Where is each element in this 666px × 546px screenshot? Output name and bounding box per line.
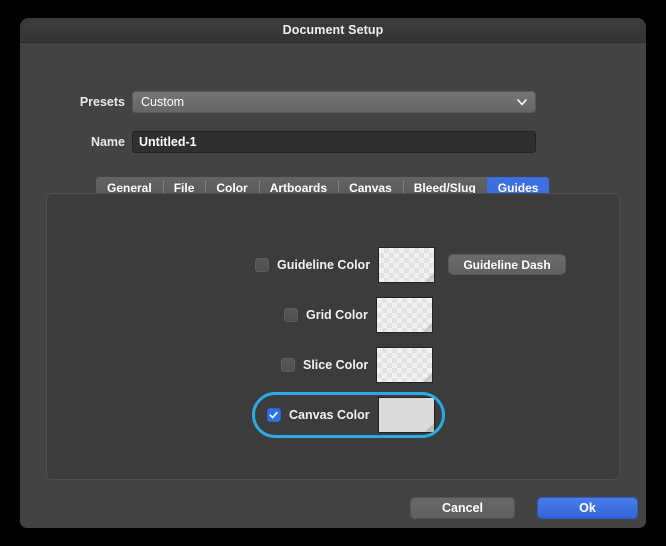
cancel-button[interactable]: Cancel (410, 497, 515, 519)
document-setup-dialog: Document Setup Presets Custom Name Untit… (20, 18, 646, 528)
guides-panel (46, 193, 620, 480)
guideline-color-swatch[interactable] (378, 247, 436, 283)
name-row: Name Untitled-1 (73, 131, 536, 153)
guideline-dash-label: Guideline Dash (463, 257, 551, 272)
grid-color-swatch[interactable] (375, 297, 433, 333)
cancel-button-label: Cancel (442, 501, 483, 515)
presets-label: Presets (79, 95, 125, 109)
canvas-color-checkbox[interactable] (267, 408, 281, 422)
name-input[interactable]: Untitled-1 (132, 131, 536, 153)
presets-select[interactable]: Custom (132, 91, 536, 113)
slice-color-swatch[interactable] (376, 347, 434, 383)
presets-row: Presets Custom (73, 91, 536, 113)
slice-color-label: Slice Color (303, 358, 369, 372)
guideline-color-row: Guideline Color (255, 247, 436, 283)
chevron-down-icon (515, 95, 529, 109)
canvas-color-label: Canvas Color (289, 408, 370, 422)
ok-button-label: Ok (579, 501, 596, 515)
slice-color-row: Slice Color (281, 347, 434, 383)
grid-color-row: Grid Color (284, 297, 433, 333)
guideline-color-checkbox[interactable] (255, 258, 269, 272)
canvas-color-row: Canvas Color (267, 397, 435, 433)
page-title: Document Setup (282, 23, 384, 37)
titlebar: Document Setup (20, 18, 646, 43)
ok-button[interactable]: Ok (537, 497, 638, 519)
name-label: Name (90, 135, 125, 149)
presets-value: Custom (141, 95, 185, 109)
guideline-dash-button[interactable]: Guideline Dash (448, 254, 566, 275)
grid-color-label: Grid Color (306, 308, 368, 322)
grid-color-checkbox[interactable] (284, 308, 298, 322)
guideline-color-label: Guideline Color (277, 258, 371, 272)
name-input-value: Untitled-1 (139, 135, 197, 149)
slice-color-checkbox[interactable] (281, 358, 295, 372)
canvas-color-swatch[interactable] (377, 397, 435, 433)
